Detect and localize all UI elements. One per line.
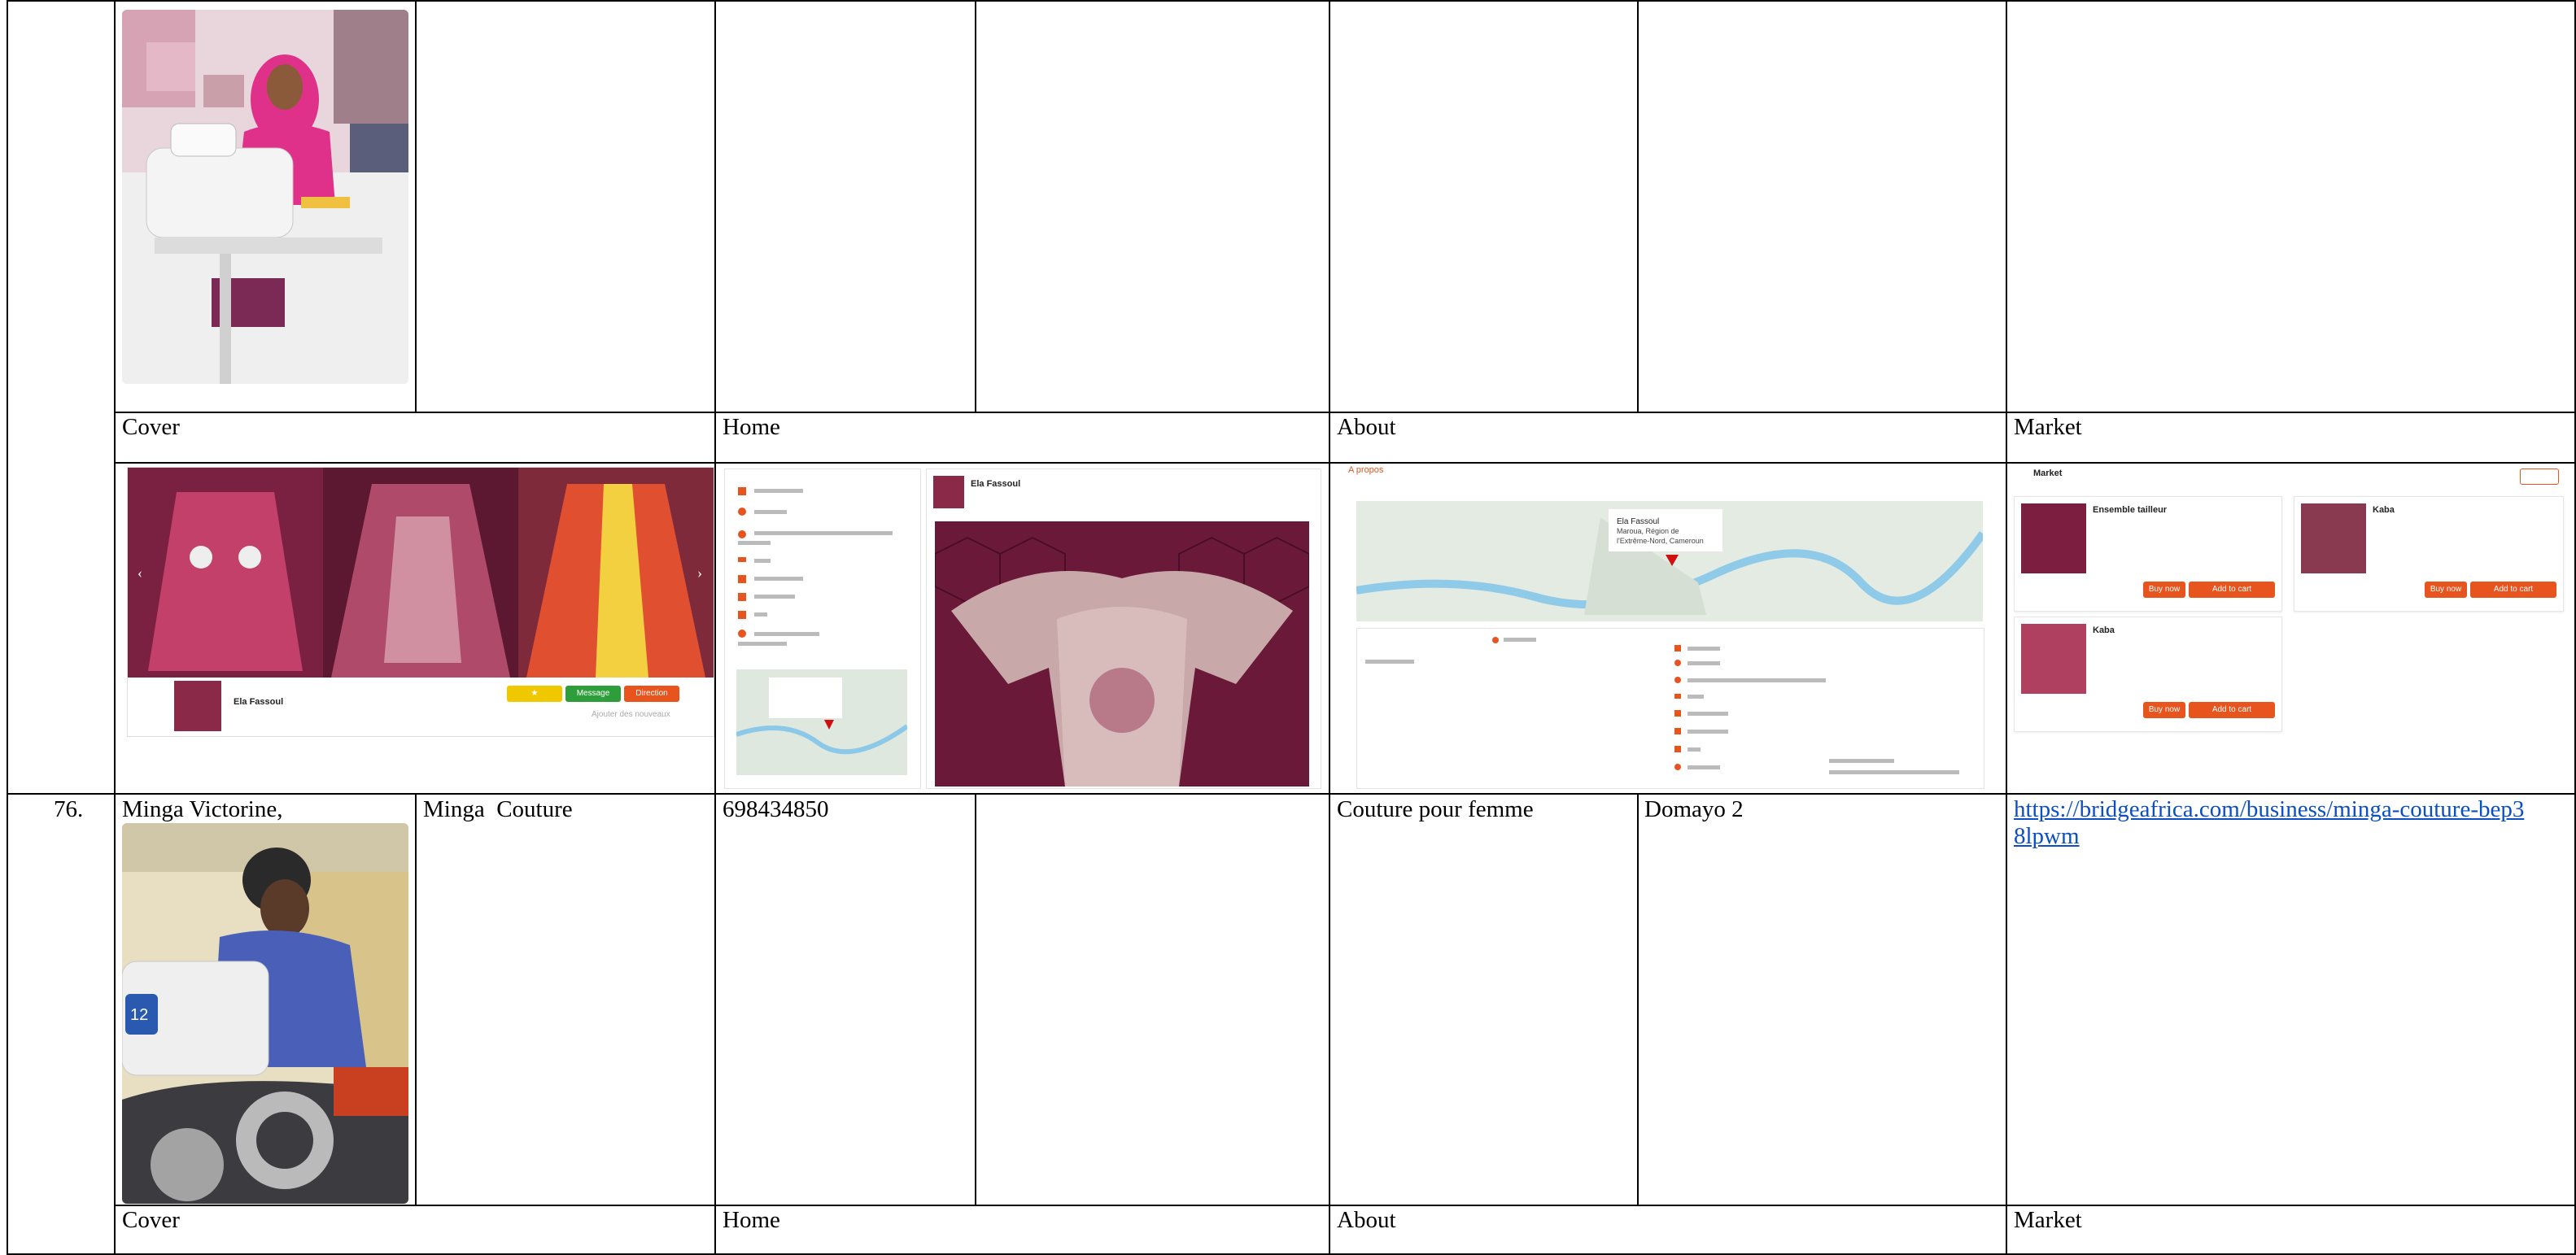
label-about: About xyxy=(1337,1207,1396,1233)
buy-now-button: Buy now xyxy=(2425,582,2467,598)
column-divider xyxy=(114,0,116,1255)
label-market: Market xyxy=(2014,414,2082,440)
home-map-thumbnail xyxy=(736,669,907,775)
home-screenshot: Ela Fassoul xyxy=(723,467,1323,789)
market-product-card: Ensemble tailleur Buy now Add to cart xyxy=(2014,496,2282,612)
market-product-card: Kaba Buy now Add to cart xyxy=(2014,617,2282,732)
label-cover: Cover xyxy=(122,414,180,440)
business-activity: Couture pour femme xyxy=(1337,796,1534,822)
label-home: Home xyxy=(723,1207,780,1233)
add-to-cart-button: Add to cart xyxy=(2189,582,2275,598)
add-to-cart-button: Add to cart xyxy=(2189,702,2275,718)
business-name: Minga Couture xyxy=(423,796,573,822)
column-divider xyxy=(1637,0,1639,412)
cover-screenshot: ‹ › Ela Fassoul ★ Message Direction Ajou… xyxy=(127,467,714,737)
label-about: About xyxy=(1337,414,1396,440)
svg-text:‹: ‹ xyxy=(138,564,142,581)
label-market: Market xyxy=(2014,1207,2082,1233)
add-to-cart-button: Add to cart xyxy=(2470,582,2556,598)
cover-side-text: Ajouter des nouveaux xyxy=(592,710,670,719)
table-border-top xyxy=(7,0,2576,2)
owner-name: Minga Victorine, xyxy=(122,796,283,822)
owner-photo xyxy=(122,10,408,384)
home-post-image xyxy=(935,521,1309,787)
market-product-name: Kaba xyxy=(2373,505,2395,515)
business-profile-link[interactable]: https://bridgeafrica.com/business/minga-… xyxy=(2014,796,2535,850)
home-post-author: Ela Fassoul xyxy=(971,479,1021,489)
column-divider xyxy=(1329,0,1330,1255)
market-product-name: Ensemble tailleur xyxy=(2093,505,2168,515)
column-divider xyxy=(2006,0,2007,1255)
owner-photo: 12 xyxy=(122,823,408,1204)
phone-number: 698434850 xyxy=(723,796,829,822)
column-divider xyxy=(714,0,716,1255)
row-divider xyxy=(7,793,2576,795)
svg-text:12: 12 xyxy=(130,1006,148,1024)
document-page: Cover Home About Market ‹ › Ela Fassoul … xyxy=(0,0,2576,1255)
about-details xyxy=(1365,637,1959,774)
about-map-label-1: Ela Fassoul xyxy=(1617,517,1659,526)
label-home: Home xyxy=(723,414,780,440)
about-map-label-3: l'Extrême-Nord, Cameroun xyxy=(1617,537,1704,545)
svg-text:›: › xyxy=(697,564,702,581)
cover-business-name: Ela Fassoul xyxy=(234,697,284,707)
row-divider xyxy=(114,412,2576,413)
cover-banner-image: ‹ › xyxy=(128,468,714,678)
about-map-label-2: Maroua, Région de xyxy=(1617,527,1679,535)
cover-direction-button: Direction xyxy=(624,686,679,702)
row-number: 76. xyxy=(54,796,84,822)
market-product-card: Kaba Buy now Add to cart xyxy=(2294,496,2564,612)
market-screenshot: Market Ensemble tailleur Buy now Add to … xyxy=(2014,465,2567,791)
column-divider xyxy=(1637,793,1639,1205)
buy-now-button: Buy now xyxy=(2143,702,2185,718)
row-divider xyxy=(114,462,2576,464)
about-title: A propos xyxy=(1348,465,1384,475)
home-info-list xyxy=(738,487,893,646)
column-divider xyxy=(415,0,417,412)
column-divider xyxy=(415,793,417,1205)
about-screenshot: A propos Ela Fassoul Maroua, Région de l… xyxy=(1337,465,2002,791)
buy-now-button: Buy now xyxy=(2143,582,2185,598)
cover-community-button: ★ xyxy=(507,686,562,702)
business-location: Domayo 2 xyxy=(1644,796,1744,822)
column-divider xyxy=(975,0,976,412)
column-divider xyxy=(975,793,976,1205)
about-map: Ela Fassoul Maroua, Région de l'Extrême-… xyxy=(1356,501,1983,621)
market-title: Market xyxy=(2033,468,2063,478)
cover-message-button: Message xyxy=(565,686,621,702)
column-divider xyxy=(7,0,8,1255)
label-cover: Cover xyxy=(122,1207,180,1233)
row-divider xyxy=(114,1205,2576,1206)
market-product-name: Kaba xyxy=(2093,625,2115,635)
